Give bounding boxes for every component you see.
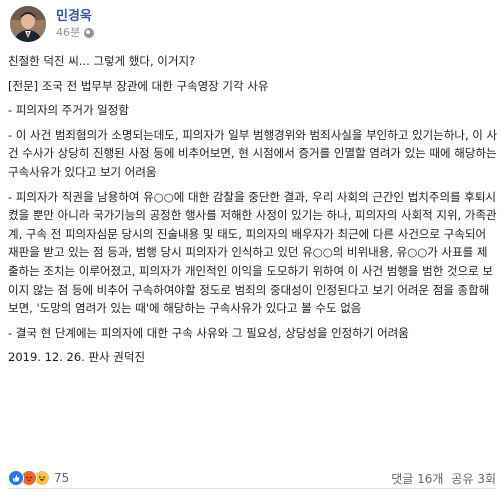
post-paragraph: - 피의자의 주거가 일정함 [8,103,129,118]
post-meta: 민경욱 46분 [56,8,95,40]
reaction-count[interactable]: 75 [54,471,69,485]
reactions-summary[interactable]: 75 [8,470,69,486]
post-body: 친절한 덕진 씨... 그렇게 했다, 이거지? [전문] 조국 전 법무부 장… [8,52,498,367]
comments-count[interactable]: 댓글 16개 [391,470,443,487]
post-paragraph: - 결국 현 단계에는 피의자에 대한 구속 사유와 그 필요성, 상당성을 인… [8,325,409,340]
post-paragraph: - 이 사건 범죄혐의가 소명되는데도, 피의자가 일부 범행경위와 범죄사실을… [8,127,498,179]
shares-count[interactable]: 공유 3회 [451,470,496,487]
post-signature: 2019. 12. 26. 판사 권덕진 [8,350,146,365]
globe-icon [84,27,95,38]
author-name[interactable]: 민경욱 [56,8,94,25]
engagement-stats: 댓글 16개 공유 3회 [391,470,496,486]
post-timestamp[interactable]: 46분 [56,25,80,40]
divider [8,488,496,489]
facebook-post: 민경욱 46분 친절한 덕진 씨... 그렇게 했다, 이거지? [전문] 조국… [0,0,504,498]
post-paragraph: 친절한 덕진 씨... 그렇게 했다, 이거지? [8,54,196,68]
avatar[interactable] [10,6,46,42]
like-icon [8,470,24,486]
post-paragraph: - 피의자가 직권을 남용하여 유○○에 대한 감찰을 중단한 결과, 우리 사… [8,189,497,316]
post-header: 민경욱 46분 [10,6,95,42]
post-paragraph: [전문] 조국 전 법무부 장관에 대한 구속영장 기각 사유 [8,78,269,93]
timestamp-row: 46분 [56,25,95,40]
